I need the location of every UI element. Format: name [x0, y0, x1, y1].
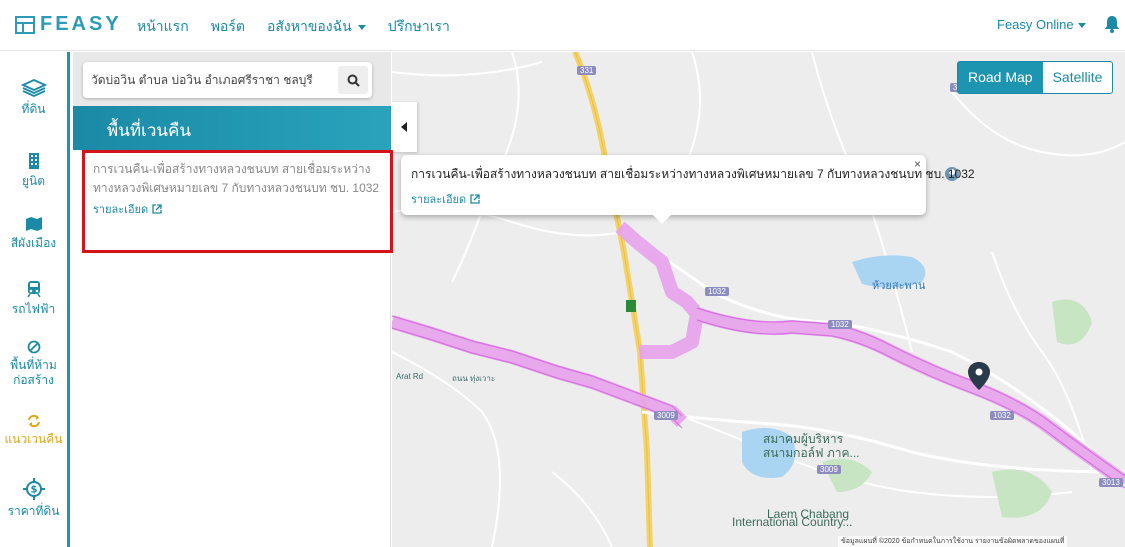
logo-icon: [15, 15, 35, 34]
rail-label: พื้นที่ห้ามก่อสร้าง: [10, 358, 57, 387]
rail-label: แนวเวนคืน: [4, 432, 63, 446]
search-box: [83, 62, 372, 98]
popup-tail: [652, 214, 672, 224]
logo[interactable]: FEASY: [14, 13, 122, 36]
map-label-road: Arat Rd: [396, 372, 424, 381]
external-link-icon: [152, 204, 162, 214]
chevron-left-icon: [401, 122, 407, 132]
map-icon: [25, 217, 42, 231]
result-text: การเวนคืน-เพื่อสร้างทางหลวงชนบท สายเชื่อ…: [93, 162, 380, 195]
rail-label: สีผังเมือง: [10, 236, 57, 250]
rail-item-land-price[interactable]: $ ราคาที่ดิน: [0, 478, 67, 519]
rail-item-zoning[interactable]: สีผังเมือง: [0, 216, 67, 251]
popup-detail-link[interactable]: รายละเอียด: [411, 190, 480, 208]
panel-collapse-button[interactable]: [391, 102, 417, 152]
search-button[interactable]: [338, 66, 368, 94]
layers-icon: [20, 79, 47, 97]
nav-my-property-label: อสังหาของฉัน: [266, 18, 352, 34]
road-badge: 331: [577, 66, 597, 75]
map-type-toggle: Road Map Satellite: [957, 61, 1114, 94]
map-label-lake: ห้วยสะพาน: [872, 280, 926, 292]
left-rail: ที่ดิน ยูนิต สีผังเมือง รถไฟฟ้า พื้นที่ห…: [0, 52, 70, 547]
map-label-golf: สนามกอล์ฟ ภาค...: [763, 446, 860, 460]
satellite-button[interactable]: Satellite: [1043, 62, 1113, 93]
map-label-laem: International Country...: [732, 515, 853, 529]
rail-label: ราคาที่ดิน: [7, 504, 60, 518]
refresh-icon: [27, 414, 40, 428]
chevron-down-icon: [1077, 23, 1086, 29]
popup-detail-label: รายละเอียด: [411, 194, 467, 206]
rail-item-train[interactable]: รถไฟฟ้า: [0, 280, 67, 317]
building-icon: [28, 153, 39, 169]
top-navbar: FEASY หน้าแรก พอร์ต อสังหาของฉัน ปรึกษาเ…: [0, 0, 1125, 51]
highway-shield: [626, 300, 636, 312]
map-canvas[interactable]: 331 331 1032 1032 3009 3009 1032 3013 ห้…: [392, 52, 1125, 547]
detail-link-label: รายละเอียด: [93, 204, 149, 216]
map-graphics: [392, 52, 1125, 547]
road-badge: 3013: [1099, 478, 1123, 487]
rail-item-expropriation[interactable]: แนวเวนคืน: [0, 414, 67, 447]
logo-text: FEASY: [40, 13, 122, 35]
external-link-icon: [470, 194, 480, 204]
search-input[interactable]: [83, 73, 333, 87]
svg-text:$: $: [30, 485, 37, 496]
road-map-button[interactable]: Road Map: [958, 62, 1043, 93]
user-menu[interactable]: Feasy Online: [997, 17, 1086, 32]
map-label-road: ถนน ทุ่งเวาะ: [452, 374, 496, 383]
map-attribution[interactable]: ข้อมูลแผนที่ ©2020 ข้อกำหนดในการใช้งาน ร…: [838, 536, 1068, 547]
chevron-down-icon: [357, 24, 366, 30]
detail-link[interactable]: รายละเอียด: [93, 200, 162, 218]
road-badge: 3009: [817, 465, 841, 474]
result-card[interactable]: การเวนคืน-เพื่อสร้างทางหลวงชนบท สายเชื่อ…: [82, 150, 393, 253]
user-menu-label: Feasy Online: [997, 17, 1074, 32]
panel-title: พื้นที่เวนคืน: [73, 106, 391, 150]
road-badge: 1032: [828, 320, 852, 329]
road-badge: 1032: [705, 287, 729, 296]
road-badge: 3009: [654, 411, 678, 420]
close-icon[interactable]: ×: [914, 157, 921, 171]
popup-text: การเวนคืน-เพื่อสร้างทางหลวงชนบท สายเชื่อ…: [411, 167, 975, 181]
nav-my-property[interactable]: อสังหาของฉัน: [267, 16, 366, 38]
rail-item-unit[interactable]: ยูนิต: [0, 152, 67, 189]
rail-label: ยูนิต: [21, 174, 46, 188]
rail-item-land[interactable]: ที่ดิน: [0, 78, 67, 117]
side-panel: พื้นที่เวนคืน: [73, 52, 391, 547]
search-icon: [347, 74, 360, 87]
road-badge: 1032: [990, 411, 1014, 420]
nav-home[interactable]: หน้าแรก: [137, 16, 189, 38]
rail-label: รถไฟฟ้า: [11, 302, 56, 316]
map-info-popup: การเวนคืน-เพื่อสร้างทางหลวงชนบท สายเชื่อ…: [401, 155, 975, 215]
rail-label: ที่ดิน: [21, 102, 46, 116]
dollar-icon: $: [22, 478, 45, 500]
nav-portfolio[interactable]: พอร์ต: [211, 16, 245, 38]
notification-bell-icon[interactable]: [1104, 15, 1120, 38]
ban-icon: [27, 340, 40, 354]
train-icon: [26, 281, 41, 298]
rail-item-no-build[interactable]: พื้นที่ห้ามก่อสร้าง: [0, 340, 67, 388]
nav-consult[interactable]: ปรึกษาเรา: [388, 16, 450, 38]
